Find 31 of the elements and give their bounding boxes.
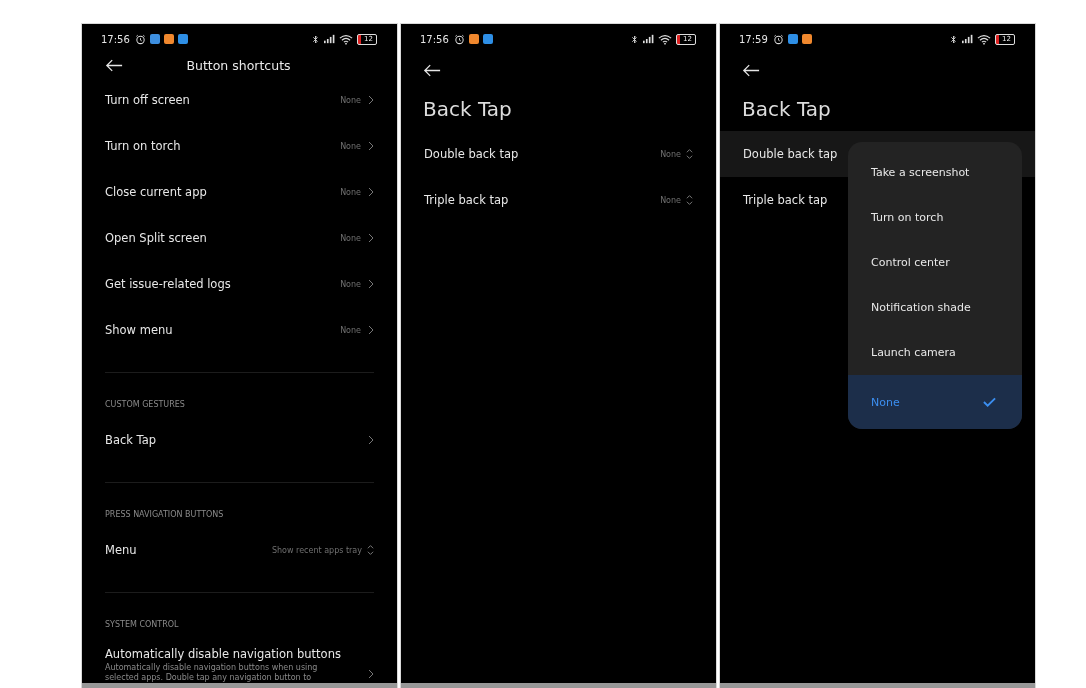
status-time: 17:56	[420, 33, 449, 45]
row-value: None	[340, 141, 361, 151]
status-time: 17:56	[101, 33, 130, 45]
row-label: Triple back tap	[424, 193, 510, 207]
row-description: Automatically disable navigation buttons when using selected apps. Double tap any navigation button to	[105, 663, 319, 683]
row-value: None	[340, 95, 361, 105]
page-title: Back Tap	[741, 96, 832, 123]
row-label: Turn on torch	[105, 139, 182, 153]
row-value: None	[660, 195, 681, 205]
section-header: SYSTEM CONTROL	[105, 618, 180, 631]
row-value: None	[660, 149, 681, 159]
row-value: None	[340, 233, 361, 243]
row-label: Back Tap	[105, 433, 158, 447]
row-label: Automatically disable navigation buttons	[105, 647, 342, 661]
status-time: 17:59	[739, 33, 768, 45]
row-label: Double back tap	[424, 147, 520, 161]
row-label: Show menu	[105, 323, 174, 337]
section-header: CUSTOM GESTURES	[105, 398, 186, 411]
page-title: Back Tap	[422, 96, 513, 123]
row-value: None	[340, 279, 361, 289]
row-label: Open Split screen	[105, 231, 208, 245]
row-value: Show recent apps tray	[271, 545, 362, 555]
row-label: Close current app	[105, 185, 208, 199]
row-label: Get issue-related logs	[105, 277, 232, 291]
page-title: Button shortcuts	[185, 57, 292, 73]
row-value: None	[340, 325, 361, 335]
row-label: Double back tap	[743, 147, 839, 161]
row-value: None	[340, 187, 361, 197]
row-label: Menu	[105, 543, 138, 557]
section-header: PRESS NAVIGATION BUTTONS	[105, 508, 225, 521]
row-label: Turn off screen	[105, 93, 191, 107]
